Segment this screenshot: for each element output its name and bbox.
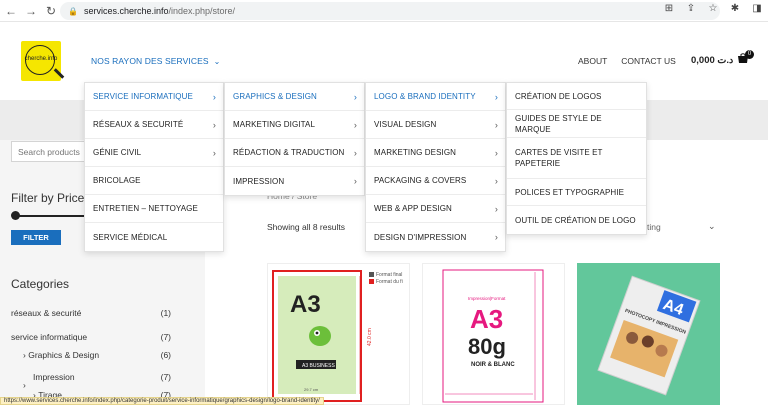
category-label: Graphics & Design: [28, 350, 100, 360]
chevron-right-icon: ›: [494, 176, 498, 186]
chevron-right-icon: ›: [353, 120, 357, 130]
dimension-vertical: 42.0 cm: [367, 328, 373, 346]
nav-services-menu[interactable]: NOS RAYON DES SERVICES ⌄: [91, 56, 220, 66]
menu-item-genie-civil[interactable]: GÉNIE CIVIL ›: [85, 139, 223, 167]
menu-item-polices-typographie[interactable]: POLICES ET TYPOGRAPHIE: [507, 179, 646, 206]
category-item[interactable]: réseaux & securité (1): [11, 308, 171, 318]
reload-icon[interactable]: ↻: [42, 2, 60, 20]
forward-arrow-icon[interactable]: →: [22, 2, 40, 20]
menu-item-marketing-digital[interactable]: MARKETING DIGITAL ›: [225, 111, 364, 139]
category-count: (6): [160, 350, 171, 360]
product-image[interactable]: A3 A3 BUSINESS 42.0 cm 29.7 cm Format fi…: [268, 264, 411, 405]
menu-item-entretien-nettoyage[interactable]: ENTRETIEN – NETTOYAGE: [85, 195, 223, 223]
chevron-down-icon[interactable]: ⌄: [708, 221, 716, 232]
sort-select[interactable]: ting: [647, 222, 661, 232]
product-card[interactable]: A3 A3 BUSINESS 42.0 cm 29.7 cm Format fi…: [267, 263, 410, 405]
nav-contact-link[interactable]: CONTACT US: [621, 56, 675, 66]
menu-item-cartes-visite[interactable]: CARTES DE VISITE ET PAPETERIE: [507, 138, 646, 179]
legend-format: Format du fi: [376, 279, 403, 285]
chevron-right-icon: ›: [212, 92, 216, 102]
filter-price-title: Filter by Price: [11, 191, 85, 205]
category-count: (1): [160, 308, 171, 318]
menu-item-graphics-design[interactable]: GRAPHICS & DESIGN ›: [225, 83, 364, 111]
menu-item-visual-design[interactable]: VISUAL DESIGN ›: [366, 111, 505, 139]
url-host: services.cherche.info: [83, 6, 169, 16]
nav-services-label: NOS RAYON DES SERVICES: [91, 56, 209, 66]
menu-item-impression[interactable]: IMPRESSION ›: [225, 167, 364, 195]
category-count: (7): [160, 332, 171, 342]
product-badge: A3 BUSINESS: [302, 363, 335, 369]
price-slider-handle[interactable]: [11, 211, 20, 220]
link-status-bar: https://www.services.cherche.info/index.…: [0, 397, 324, 405]
legend-final-format: Format final: [376, 272, 402, 278]
extensions-icon[interactable]: ✱: [728, 3, 742, 14]
chevron-right-icon: ›: [353, 176, 357, 186]
menu-item-service-informatique[interactable]: SERVICE INFORMATIQUE ›: [85, 83, 223, 111]
chevron-right-icon: ›: [494, 148, 498, 158]
category-expand-icon[interactable]: ›: [11, 380, 171, 390]
translate-icon[interactable]: ⊞: [662, 3, 676, 14]
back-arrow-icon[interactable]: ←: [2, 2, 20, 20]
menu-item-guides-style[interactable]: GUIDES DE STYLE DE MARQUE: [507, 110, 646, 138]
product-card[interactable]: A4 PHOTOCOPY IMPRESSION: [577, 263, 720, 405]
chevron-right-icon: ›: [494, 120, 498, 130]
product-header-label: Impression|Format: [468, 296, 506, 301]
category-label: service informatique: [11, 332, 88, 342]
product-tag: NOIR & BLANC: [471, 362, 515, 368]
product-card[interactable]: Impression|Format A3 80g NOIR & BLANC: [422, 263, 565, 405]
share-icon[interactable]: ⇪: [684, 3, 698, 14]
nav-about-link[interactable]: ABOUT: [578, 56, 607, 66]
url-path: /index.php/store/: [168, 6, 236, 16]
menu-item-logo-brand-identity[interactable]: LOGO & BRAND IDENTITY ›: [366, 83, 505, 111]
chevron-right-icon: ›: [494, 92, 498, 102]
dimension-horizontal: 29.7 cm: [304, 387, 319, 392]
menu-level-4: CRÉATION DE LOGOS GUIDES DE STYLE DE MAR…: [506, 82, 647, 235]
star-icon[interactable]: ☆: [706, 3, 720, 14]
menu-item-web-app-design[interactable]: WEB & APP DESIGN ›: [366, 195, 505, 223]
product-image[interactable]: Impression|Format A3 80g NOIR & BLANC: [423, 264, 566, 405]
product-title: A3: [470, 304, 503, 334]
menu-item-service-medical[interactable]: SERVICE MÉDICAL: [85, 223, 223, 251]
sidebar-icon[interactable]: ◨: [750, 3, 764, 14]
menu-level-2: GRAPHICS & DESIGN › MARKETING DIGITAL › RÉ…: [224, 82, 365, 196]
menu-item-design-impression[interactable]: DESIGN D'IMPRESSION ›: [366, 223, 505, 251]
site-logo[interactable]: cherche.info: [21, 41, 65, 81]
category-item[interactable]: service informatique (7): [11, 332, 171, 342]
menu-item-packaging-covers[interactable]: PACKAGING & COVERS ›: [366, 167, 505, 195]
chevron-right-icon: ›: [494, 204, 498, 214]
results-count: Showing all 8 results: [267, 222, 345, 232]
browser-toolbar: ← → ↻ 🔒 services.cherche.info/index.php/…: [0, 0, 768, 22]
chevron-right-icon: ›: [212, 148, 216, 158]
chevron-right-icon: ›: [212, 120, 216, 130]
category-item[interactable]: › Graphics & Design (6): [11, 350, 171, 360]
product-subtitle: 80g: [468, 334, 506, 359]
product-title: A3: [290, 291, 321, 318]
chevron-right-icon: ›: [494, 232, 498, 242]
menu-item-reseaux-securite[interactable]: RÉSEAUX & SECURITÉ ›: [85, 111, 223, 139]
chevron-right-icon: ›: [353, 148, 357, 158]
menu-item-outil-creation-logo[interactable]: OUTIL DE CRÉATION DE LOGO: [507, 206, 646, 234]
logo-text: cherche.info: [24, 56, 58, 62]
menu-level-3: LOGO & BRAND IDENTITY › VISUAL DESIGN › MA…: [365, 82, 506, 252]
cart-total[interactable]: 0,000 د.ت: [691, 55, 733, 66]
menu-item-bricolage[interactable]: BRICOLAGE: [85, 167, 223, 195]
product-image[interactable]: A4 PHOTOCOPY IMPRESSION: [577, 263, 720, 405]
chevron-right-icon: ›: [353, 92, 357, 102]
filter-button[interactable]: FILTER: [11, 230, 61, 245]
menu-item-redaction-traduction[interactable]: RÉDACTION & TRADUCTION ›: [225, 139, 364, 167]
menu-item-marketing-design[interactable]: MARKETING DESIGN ›: [366, 139, 505, 167]
address-bar[interactable]: 🔒 services.cherche.info/index.php/store/: [60, 2, 720, 20]
menu-item-creation-logos[interactable]: CRÉATION DE LOGOS: [507, 83, 646, 110]
cart-count-badge: 0: [745, 50, 754, 59]
category-label: réseaux & securité: [11, 308, 82, 318]
chevron-down-icon: ⌄: [213, 56, 221, 66]
lock-icon[interactable]: 🔒: [68, 7, 78, 16]
categories-title: Categories: [11, 277, 70, 291]
menu-level-1: SERVICE INFORMATIQUE › RÉSEAUX & SECURITÉ…: [84, 82, 224, 252]
